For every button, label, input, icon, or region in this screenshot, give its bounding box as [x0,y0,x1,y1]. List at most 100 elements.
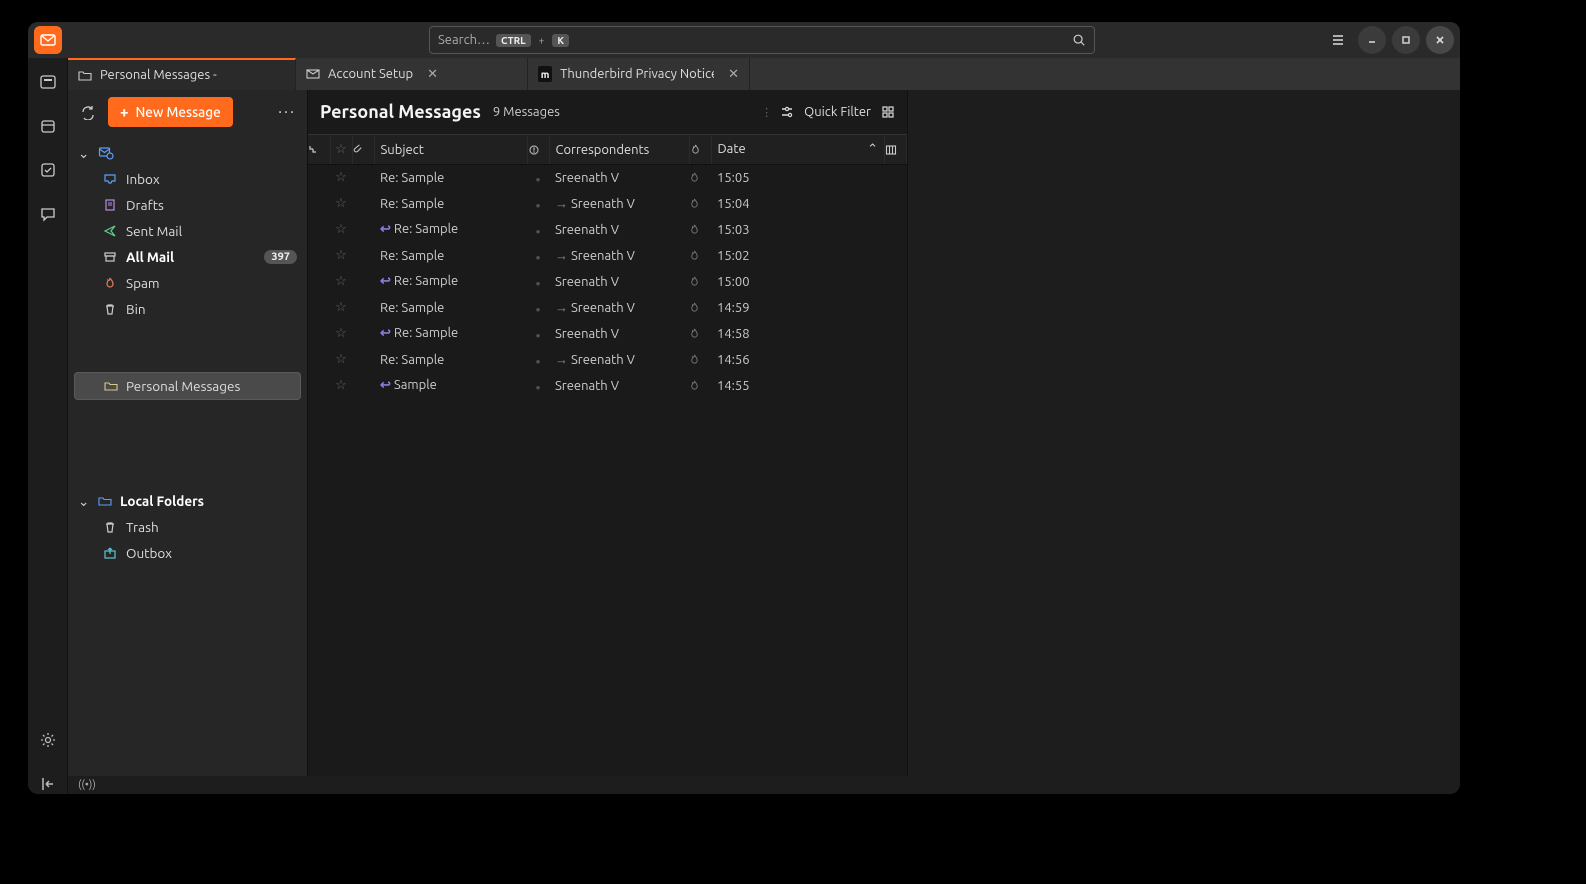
star-icon[interactable]: ☆ [330,347,352,373]
folder-outbox[interactable]: Outbox [72,540,303,566]
panes: + New Message ··· ⌄ Inbox Drafts Sent Mail… [68,90,1460,776]
message-row[interactable]: ☆Re: Sample●→ Sreenath V14:56 [308,347,907,373]
account-row[interactable]: ⌄ [72,140,303,166]
collapse-spaces-icon[interactable] [38,774,58,794]
folder-drafts[interactable]: Drafts [72,192,303,218]
folder-flame[interactable]: Spam [72,270,303,296]
star-icon[interactable]: ☆ [330,217,352,243]
mail-space-icon[interactable] [38,72,58,92]
message-row[interactable]: ☆Re: Sample●→ Sreenath V15:04 [308,191,907,217]
folder-inbox[interactable]: Inbox [72,166,303,192]
star-icon[interactable]: ☆ [330,373,352,399]
subject-column-header[interactable]: Subject [374,135,527,165]
message-subject: ↩ Re: Sample [374,321,527,347]
star-icon[interactable]: ☆ [330,165,352,191]
folder-archive[interactable]: All Mail397 [72,244,303,270]
star-column-header[interactable]: ☆ [330,135,352,165]
display-options-icon[interactable] [881,105,895,119]
trash-icon [102,302,118,316]
message-list-header: Personal Messages 9 Messages ⋮ Quick Fil… [308,90,907,134]
close-button[interactable] [1426,26,1454,54]
message-row[interactable]: ☆↩ Re: Sample●Sreenath V15:00 [308,269,907,295]
message-subject: Re: Sample [374,295,527,321]
date-column-header[interactable]: Date⌃ [711,135,885,165]
app-menu-button[interactable] [1324,26,1352,54]
flame-column-header[interactable] [689,135,711,165]
get-messages-button[interactable] [76,100,100,124]
folder-options-button[interactable]: ··· [275,100,299,124]
tab-account-setup[interactable]: Account Setup ✕ [296,58,528,90]
global-search[interactable]: Search… CTRL + K [429,26,1095,54]
read-dot-icon: ● [527,373,549,399]
account-icon [98,145,114,161]
folder-trash[interactable]: Trash [72,514,303,540]
calendar-space-icon[interactable] [38,116,58,136]
message-row[interactable]: ☆↩ Sample●Sreenath V14:55 [308,373,907,399]
tab-close-icon[interactable]: ✕ [427,67,438,82]
message-row[interactable]: ☆↩ Re: Sample●Sreenath V14:58 [308,321,907,347]
tab-strip: Personal Messages - Account Setup ✕ m Th… [68,58,1460,90]
message-subject: Re: Sample [374,191,527,217]
settings-space-icon[interactable] [38,730,58,750]
tab-close-icon[interactable]: ✕ [728,67,739,82]
star-icon[interactable]: ☆ [330,243,352,269]
message-subject: Re: Sample [374,243,527,269]
message-correspondent: → Sreenath V [549,191,689,217]
star-icon[interactable]: ☆ [330,295,352,321]
local-folders-label: Local Folders [120,493,204,509]
folder-label: Spam [126,275,160,291]
message-subject: ↩ Re: Sample [374,269,527,295]
maximize-button[interactable] [1392,26,1420,54]
message-row[interactable]: ☆Re: Sample●→ Sreenath V14:59 [308,295,907,321]
unread-badge: 397 [264,250,297,264]
message-correspondent: → Sreenath V [549,347,689,373]
folder-trash[interactable]: Bin [72,296,303,322]
new-message-button[interactable]: + New Message [108,97,233,127]
inbox-icon [102,172,118,186]
forward-icon: → [555,301,568,315]
read-dot-icon: ● [527,191,549,217]
correspondents-column-header[interactable]: Correspondents [549,135,689,165]
saved-search-personal-messages[interactable]: Personal Messages [74,372,301,400]
folder-pane: + New Message ··· ⌄ Inbox Drafts Sent Mail… [68,90,308,776]
flame-icon [689,217,711,243]
sync-indicator-icon: ((•)) [78,779,96,791]
star-icon[interactable]: ☆ [330,269,352,295]
star-icon[interactable]: ☆ [330,191,352,217]
folder-icon [98,494,112,508]
column-picker[interactable] [885,135,907,165]
reply-icon: ↩ [380,274,391,288]
tab-privacy-notice[interactable]: m Thunderbird Privacy Notice — ✕ [528,58,750,90]
flame-icon [689,269,711,295]
tasks-space-icon[interactable] [38,160,58,180]
folder-label: Drafts [126,197,164,213]
content-area: Personal Messages - Account Setup ✕ m Th… [28,58,1460,794]
search-placeholder: Search… [438,33,490,47]
local-folders-row[interactable]: ⌄ Local Folders [72,488,303,514]
message-reader-pane [908,90,1460,776]
read-dot-icon: ● [527,165,549,191]
quick-filter-icon[interactable] [780,105,794,119]
spam-column-header[interactable] [527,135,549,165]
attachment-column-header[interactable] [352,135,374,165]
quick-filter-label[interactable]: Quick Filter [804,105,871,119]
folder-send[interactable]: Sent Mail [72,218,303,244]
thread-column-header[interactable] [308,135,330,165]
folder-label: Outbox [126,545,172,561]
message-date: 15:02 [711,243,885,269]
minimize-button[interactable] [1358,26,1386,54]
message-subject: ↩ Sample [374,373,527,399]
envelope-tab-icon [306,67,320,81]
forward-icon: → [555,197,568,211]
star-icon[interactable]: ☆ [330,321,352,347]
message-row[interactable]: ☆Re: Sample●Sreenath V15:05 [308,165,907,191]
message-row[interactable]: ☆↩ Re: Sample●Sreenath V15:03 [308,217,907,243]
new-message-label: New Message [135,104,220,120]
main-column: Personal Messages - Account Setup ✕ m Th… [68,58,1460,794]
chat-space-icon[interactable] [38,204,58,224]
message-row[interactable]: ☆Re: Sample●→ Sreenath V15:02 [308,243,907,269]
flame-icon [102,276,118,290]
forward-icon: → [555,353,568,367]
grip-icon[interactable]: ⋮ [761,106,770,119]
tab-personal-messages[interactable]: Personal Messages - [68,58,296,90]
